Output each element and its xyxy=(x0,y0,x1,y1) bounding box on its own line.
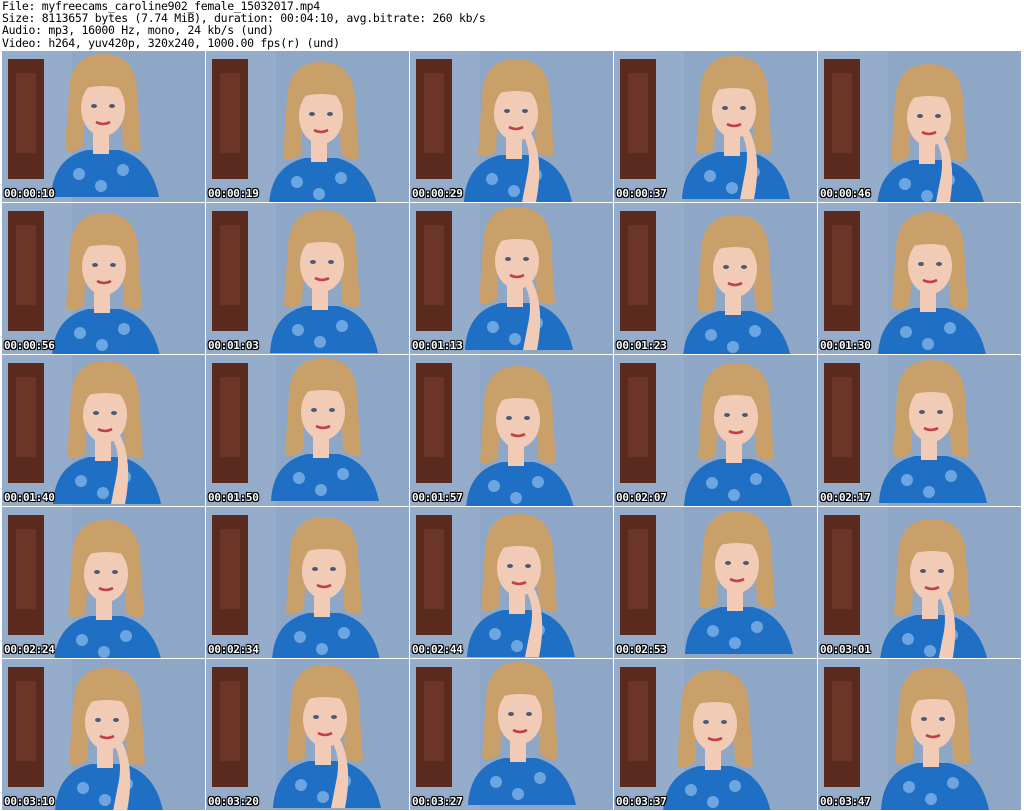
video-thumbnail: 00:00:19 xyxy=(206,51,409,202)
thumbnail-timestamp: 00:00:37 xyxy=(616,187,667,200)
webcam-frame-image xyxy=(410,355,613,506)
video-thumbnail: 00:01:13 xyxy=(410,203,613,354)
webcam-frame-image xyxy=(614,507,817,658)
thumbnail-timestamp: 00:02:44 xyxy=(412,643,463,656)
thumbnail-timestamp: 00:00:56 xyxy=(4,339,55,352)
thumbnail-timestamp: 00:02:53 xyxy=(616,643,667,656)
webcam-frame-image xyxy=(614,51,817,202)
thumbnail-timestamp: 00:00:10 xyxy=(4,187,55,200)
webcam-frame-image xyxy=(614,203,817,354)
video-thumbnail: 00:01:57 xyxy=(410,355,613,506)
thumbnail-timestamp: 00:03:37 xyxy=(616,795,667,808)
thumbnail-timestamp: 00:01:40 xyxy=(4,491,55,504)
webcam-frame-image xyxy=(410,203,613,354)
webcam-frame-image xyxy=(410,51,613,202)
webcam-frame-image xyxy=(818,355,1021,506)
video-thumbnail: 00:02:24 xyxy=(2,507,205,658)
webcam-frame-image xyxy=(206,507,409,658)
video-thumbnail: 00:03:01 xyxy=(818,507,1021,658)
video-thumbnail: 00:02:34 xyxy=(206,507,409,658)
video-thumbnail: 00:02:44 xyxy=(410,507,613,658)
audio-info-line: Audio: mp3, 16000 Hz, mono, 24 kb/s (und… xyxy=(2,23,274,38)
file-info-header: File: myfreecams_caroline902_female_1503… xyxy=(2,0,1022,50)
video-thumbnail: 00:00:46 xyxy=(818,51,1021,202)
webcam-frame-image xyxy=(614,659,817,810)
thumbnail-timestamp: 00:00:29 xyxy=(412,187,463,200)
video-thumbnail: 00:00:29 xyxy=(410,51,613,202)
webcam-frame-image xyxy=(2,355,205,506)
video-thumbnail: 00:01:23 xyxy=(614,203,817,354)
video-thumbnail: 00:03:20 xyxy=(206,659,409,810)
thumbnail-timestamp: 00:02:34 xyxy=(208,643,259,656)
thumbnail-timestamp: 00:00:19 xyxy=(208,187,259,200)
webcam-frame-image xyxy=(206,51,409,202)
video-thumbnail: 00:00:37 xyxy=(614,51,817,202)
webcam-frame-image xyxy=(2,203,205,354)
webcam-frame-image xyxy=(410,659,613,810)
webcam-frame-image xyxy=(818,203,1021,354)
thumbnail-timestamp: 00:01:13 xyxy=(412,339,463,352)
webcam-frame-image xyxy=(206,203,409,354)
webcam-frame-image xyxy=(818,659,1021,810)
thumbnail-timestamp: 00:02:07 xyxy=(616,491,667,504)
thumbnail-timestamp: 00:03:47 xyxy=(820,795,871,808)
video-thumbnail: 00:03:47 xyxy=(818,659,1021,810)
webcam-frame-image xyxy=(818,507,1021,658)
video-thumbnail: 00:01:30 xyxy=(818,203,1021,354)
thumbnail-timestamp: 00:02:24 xyxy=(4,643,55,656)
video-thumbnail: 00:01:03 xyxy=(206,203,409,354)
video-thumbnail: 00:03:27 xyxy=(410,659,613,810)
video-thumbnail: 00:02:07 xyxy=(614,355,817,506)
webcam-frame-image xyxy=(2,507,205,658)
webcam-frame-image xyxy=(410,507,613,658)
video-info-line: Video: h264, yuv420p, 320x240, 1000.00 f… xyxy=(2,35,340,50)
webcam-frame-image xyxy=(206,355,409,506)
video-thumbnail: 00:03:10 xyxy=(2,659,205,810)
video-thumbnail: 00:00:56 xyxy=(2,203,205,354)
thumbnail-timestamp: 00:03:10 xyxy=(4,795,55,808)
webcam-frame-image xyxy=(614,355,817,506)
video-thumbnail: 00:01:50 xyxy=(206,355,409,506)
video-thumbnail: 00:00:10 xyxy=(2,51,205,202)
thumbnail-timestamp: 00:01:57 xyxy=(412,491,463,504)
webcam-frame-image xyxy=(818,51,1021,202)
webcam-frame-image xyxy=(2,51,205,202)
webcam-frame-image xyxy=(206,659,409,810)
video-thumbnail: 00:03:37 xyxy=(614,659,817,810)
thumbnail-timestamp: 00:02:17 xyxy=(820,491,871,504)
thumbnail-timestamp: 00:03:01 xyxy=(820,643,871,656)
thumbnail-timestamp: 00:03:20 xyxy=(208,795,259,808)
video-thumbnail: 00:02:17 xyxy=(818,355,1021,506)
thumbnail-grid: 00:00:10 00:00:19 00:00:29 00:00:37 00:00:46… xyxy=(2,51,1024,811)
thumbnail-timestamp: 00:00:46 xyxy=(820,187,871,200)
video-thumbnail: 00:01:40 xyxy=(2,355,205,506)
video-thumbnail: 00:02:53 xyxy=(614,507,817,658)
thumbnail-timestamp: 00:01:30 xyxy=(820,339,871,352)
webcam-frame-image xyxy=(2,659,205,810)
thumbnail-timestamp: 00:01:23 xyxy=(616,339,667,352)
thumbnail-timestamp: 00:03:27 xyxy=(412,795,463,808)
thumbnail-timestamp: 00:01:50 xyxy=(208,491,259,504)
thumbnail-timestamp: 00:01:03 xyxy=(208,339,259,352)
